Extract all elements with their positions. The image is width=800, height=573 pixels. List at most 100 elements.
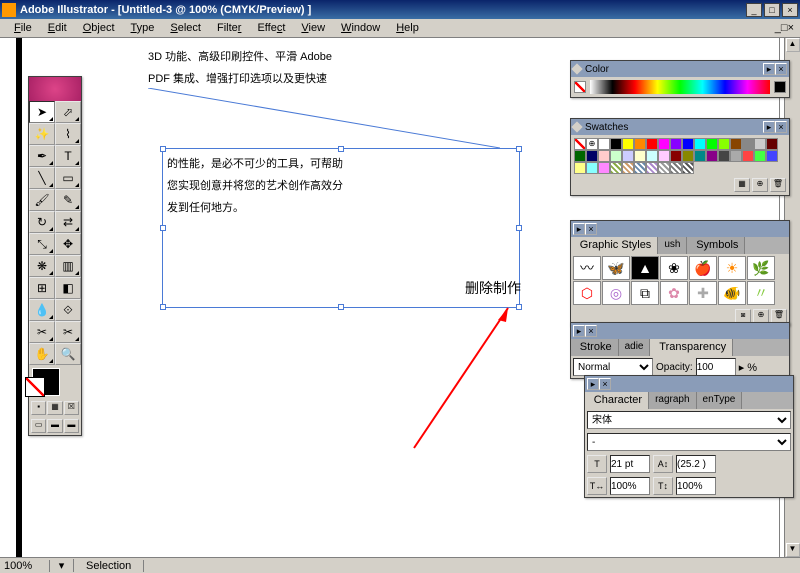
panel-close-button[interactable]: × — [775, 63, 787, 75]
font-size-input[interactable] — [610, 455, 650, 473]
swatch-color[interactable] — [718, 138, 730, 150]
panel-header[interactable]: ▸ × — [571, 221, 789, 237]
font-style-select[interactable]: - — [587, 433, 791, 451]
swatch-color[interactable] — [706, 150, 718, 162]
menu-window[interactable]: Window — [333, 20, 388, 36]
swatch-pattern[interactable] — [610, 162, 622, 174]
zoom-field[interactable]: 100% — [0, 560, 50, 572]
swatch-pattern[interactable] — [682, 162, 694, 174]
maximize-button[interactable]: □ — [764, 3, 780, 17]
panel-flyout-button[interactable]: ▸ — [573, 223, 585, 235]
swatch-pattern[interactable] — [622, 162, 634, 174]
tab-character[interactable]: Character — [585, 392, 649, 409]
swatch-color[interactable] — [598, 138, 610, 150]
panel-close-button[interactable]: × — [585, 223, 597, 235]
panel-flyout-button[interactable]: ▸ — [573, 325, 585, 337]
menu-help[interactable]: Help — [388, 20, 427, 36]
tab-transparency[interactable]: Transparency — [650, 339, 733, 356]
color-mode-button[interactable]: ▪ — [31, 401, 46, 415]
free-transform-tool[interactable]: ✥ — [55, 233, 81, 255]
selection-tool[interactable]: ➤ — [29, 101, 55, 123]
handle-mid-right[interactable] — [516, 225, 522, 231]
swatch-registration[interactable]: ⊕ — [586, 138, 598, 150]
symbol-sprayer-tool[interactable]: ❋ — [29, 255, 55, 277]
collapse-icon[interactable] — [571, 63, 582, 74]
menu-view[interactable]: View — [293, 20, 333, 36]
swatch-color[interactable] — [586, 162, 598, 174]
swatch-color[interactable] — [670, 150, 682, 162]
delete-style-button[interactable]: 🗑 — [771, 309, 787, 323]
swatch-pattern[interactable] — [658, 162, 670, 174]
line-tool[interactable]: ╲ — [29, 167, 55, 189]
swatch-color[interactable] — [766, 150, 778, 162]
handle-top-left[interactable] — [160, 146, 166, 152]
handle-bot-left[interactable] — [160, 304, 166, 310]
style-sun[interactable]: ☀ — [718, 256, 746, 280]
tab-gradient[interactable]: adie — [619, 339, 651, 356]
screen-mode-normal[interactable]: ▭ — [31, 419, 46, 433]
none-mode-button[interactable]: ☒ — [64, 401, 79, 415]
type-tool[interactable]: T — [55, 145, 81, 167]
panel-close-button[interactable]: × — [599, 378, 611, 390]
canvas-text-block-1[interactable]: 3D 功能、高级印刷控件、平滑 Adobe PDF 集成、增强打印选项以及更快速 — [148, 46, 332, 90]
swatch-color[interactable] — [766, 138, 778, 150]
swatch-color[interactable] — [646, 150, 658, 162]
black-swatch[interactable] — [774, 81, 786, 93]
style-cross[interactable]: ✚ — [689, 281, 717, 305]
reflect-tool[interactable]: ⇄ — [55, 211, 81, 233]
swatch-color[interactable] — [658, 138, 670, 150]
leading-input[interactable] — [676, 455, 716, 473]
blend-tool[interactable]: ⟐ — [55, 299, 81, 321]
eyedropper-tool[interactable]: 💧 — [29, 299, 55, 321]
swatch-none[interactable] — [574, 138, 586, 150]
opacity-input[interactable] — [696, 358, 736, 376]
swatch-color[interactable] — [610, 150, 622, 162]
screen-mode-full[interactable]: ▬ — [64, 419, 79, 433]
swatch-color[interactable] — [574, 150, 586, 162]
collapse-icon[interactable] — [571, 121, 582, 132]
swatch-color[interactable] — [646, 138, 658, 150]
panel-header[interactable]: Color ▸ × — [571, 61, 789, 77]
menu-select[interactable]: Select — [162, 20, 209, 36]
swatch-color[interactable] — [622, 138, 634, 150]
hscale-input[interactable] — [610, 477, 650, 495]
new-style-button[interactable]: ⊕ — [753, 309, 769, 323]
swatch-color[interactable] — [694, 138, 706, 150]
swatch-color[interactable] — [574, 162, 586, 174]
screen-mode-full-menu[interactable]: ▬ — [47, 419, 62, 433]
vscale-input[interactable] — [676, 477, 716, 495]
hand-tool[interactable]: ✋ — [29, 343, 55, 365]
gradient-mode-button[interactable]: ▦ — [47, 401, 62, 415]
swatch-color[interactable] — [658, 150, 670, 162]
tab-symbols[interactable]: Symbols — [687, 237, 745, 254]
style-shield[interactable]: ⬡ — [573, 281, 601, 305]
new-swatch-button[interactable]: ⊕ — [752, 178, 768, 192]
delete-swatch-button[interactable]: 🗑 — [770, 178, 786, 192]
break-link-button[interactable]: ⧆ — [735, 309, 751, 323]
swatch-color[interactable] — [598, 162, 610, 174]
panel-flyout-button[interactable]: ▸ — [587, 378, 599, 390]
panel-close-button[interactable]: × — [585, 325, 597, 337]
pencil-tool[interactable]: ✎ — [55, 189, 81, 211]
panel-header[interactable]: ▸ × — [571, 323, 789, 339]
swatch-color[interactable] — [598, 150, 610, 162]
handle-bot-mid[interactable] — [338, 304, 344, 310]
swatch-pattern[interactable] — [634, 162, 646, 174]
scroll-up-button[interactable]: ▲ — [786, 38, 800, 52]
swatch-color[interactable] — [754, 138, 766, 150]
pen-tool[interactable]: ✒ — [29, 145, 55, 167]
zoom-dropdown[interactable]: ▾ — [50, 559, 74, 572]
menu-object[interactable]: Object — [75, 20, 123, 36]
magic-wand-tool[interactable]: ✨ — [29, 123, 55, 145]
style-swirl[interactable]: 〰 — [573, 256, 601, 280]
zoom-tool[interactable]: 🔍 — [55, 343, 81, 365]
panel-flyout-button[interactable]: ▸ — [763, 63, 775, 75]
swatch-color[interactable] — [706, 138, 718, 150]
blend-mode-select[interactable]: Normal — [573, 358, 653, 376]
swatch-color[interactable] — [742, 138, 754, 150]
handle-top-right[interactable] — [516, 146, 522, 152]
swatch-color[interactable] — [742, 150, 754, 162]
rotate-tool[interactable]: ↻ — [29, 211, 55, 233]
graph-tool[interactable]: ▥ — [55, 255, 81, 277]
swatch-color[interactable] — [682, 138, 694, 150]
